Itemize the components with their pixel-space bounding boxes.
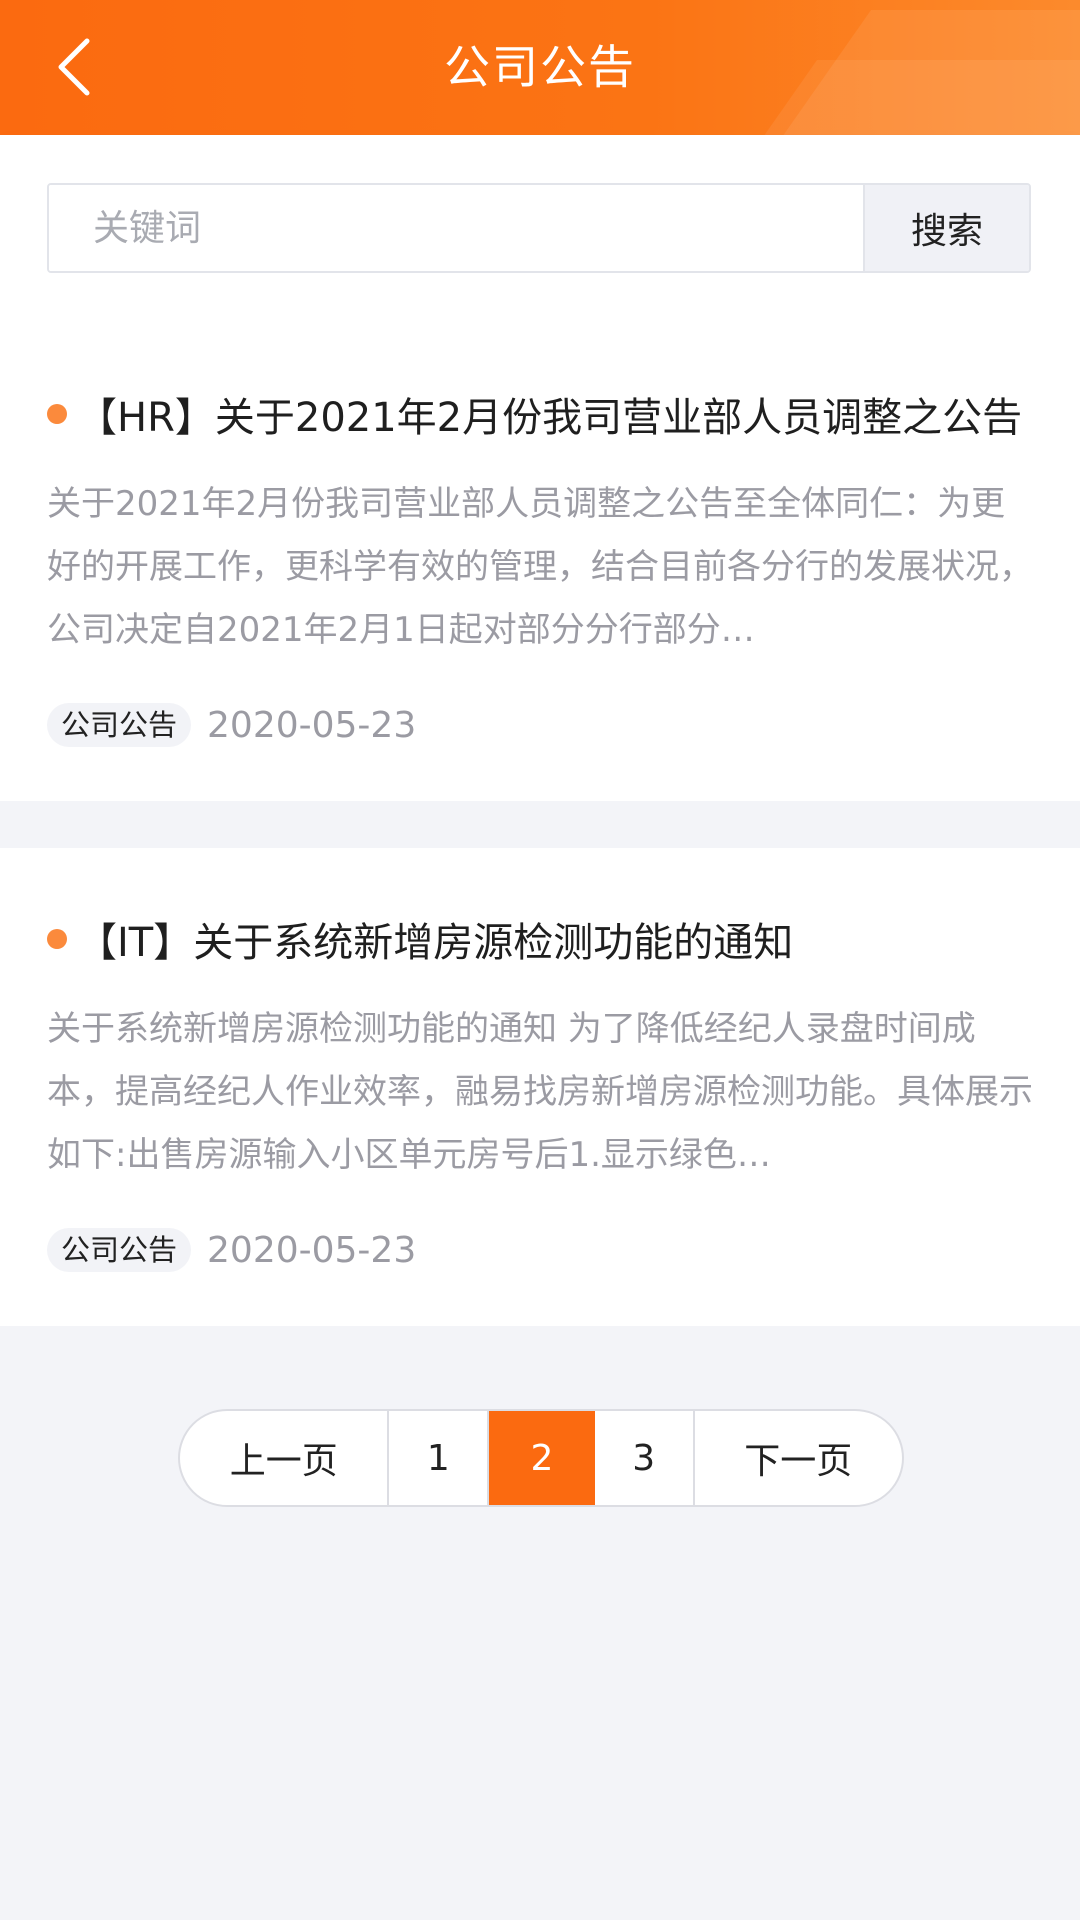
announcement-card[interactable]: 【HR】关于2021年2月份我司营业部人员调整之公告 关于2021年2月份我司营… (0, 323, 1080, 801)
app-header: 公司公告 (0, 0, 1080, 135)
search-input[interactable] (49, 185, 863, 271)
search-box: 搜索 (47, 183, 1031, 273)
announcement-title: 【HR】关于2021年2月份我司营业部人员调整之公告 (47, 385, 1047, 443)
page-button-3[interactable]: 3 (595, 1411, 695, 1505)
announcement-title: 【IT】关于系统新增房源检测功能的通知 (47, 910, 1047, 968)
search-panel: 搜索 (0, 135, 1080, 323)
page-button-2-current[interactable]: 2 (489, 1411, 595, 1505)
back-button[interactable] (40, 32, 110, 102)
page-button-1[interactable]: 1 (389, 1411, 490, 1505)
announcement-date: 2020-05-23 (207, 704, 417, 746)
page-title: 公司公告 (444, 40, 636, 94)
bullet-dot-icon (47, 929, 67, 949)
announcement-meta: 公司公告 2020-05-23 (47, 1228, 416, 1272)
announcement-title-text: 【IT】关于系统新增房源检测功能的通知 (77, 920, 794, 966)
bullet-dot-icon (47, 404, 67, 424)
pagination: 上一页 1 2 3 下一页 (178, 1409, 904, 1507)
announcement-summary: 关于系统新增房源检测功能的通知 为了降低经纪人录盘时间成本，提高经纪人作业效率，… (47, 1009, 1033, 1175)
announcement-meta: 公司公告 2020-05-23 (47, 703, 416, 747)
prev-page-button[interactable]: 上一页 (180, 1411, 390, 1505)
announcement-card[interactable]: 【IT】关于系统新增房源检测功能的通知 关于系统新增房源检测功能的通知 为了降低… (0, 848, 1080, 1326)
next-page-button[interactable]: 下一页 (695, 1411, 902, 1505)
announcement-title-text: 【HR】关于2021年2月份我司营业部人员调整之公告 (77, 395, 1023, 441)
category-tag: 公司公告 (47, 703, 192, 747)
chevron-left-icon (58, 38, 90, 96)
search-button[interactable]: 搜索 (863, 185, 1029, 271)
category-tag: 公司公告 (47, 1228, 192, 1272)
announcement-summary: 关于2021年2月份我司营业部人员调整之公告至全体同仁：为更好的开展工作，更科学… (47, 484, 1033, 650)
announcement-date: 2020-05-23 (207, 1229, 417, 1271)
